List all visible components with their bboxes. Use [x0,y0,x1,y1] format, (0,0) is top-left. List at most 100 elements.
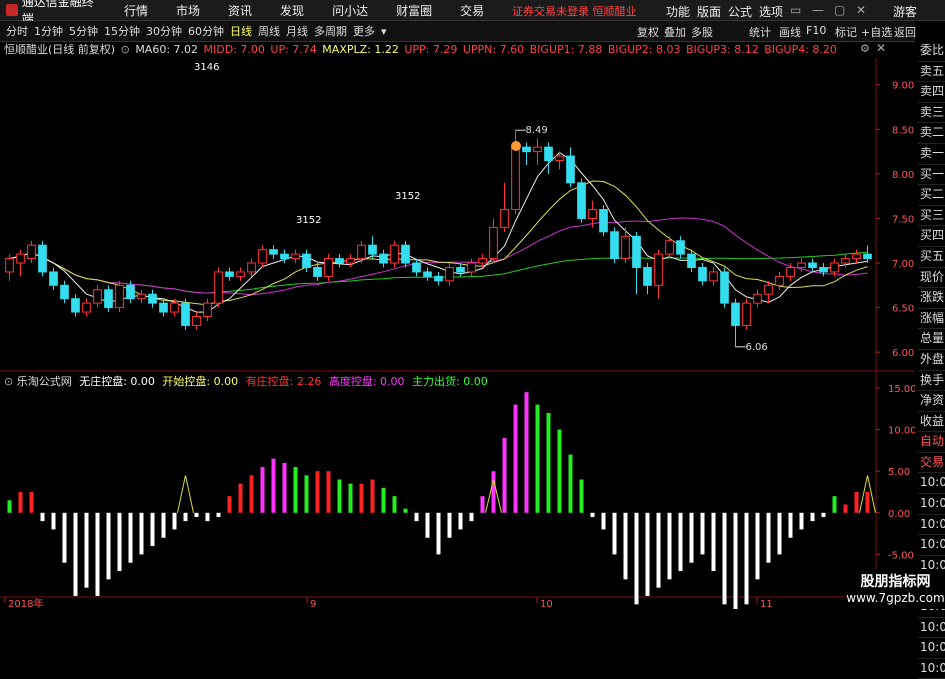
indicator-bar [667,512,672,580]
sidebar-item-19[interactable]: 自动 [918,432,945,453]
ind-tick-label: 5.00 [888,467,910,478]
sidebar-item-2[interactable]: 卖四 [918,82,945,103]
date-label: 2018年 [8,597,43,609]
indicator-bar [282,462,287,513]
candle-down [313,266,322,277]
date-label: 11 [760,599,773,609]
candle-up [654,253,663,286]
indicator-bar [18,492,23,513]
indicator-bar [425,512,430,538]
sidebar-item-29[interactable]: 10:06 [918,638,945,659]
candle-up [115,284,124,309]
sidebar-item-12[interactable]: 涨跌 [918,288,945,309]
sidebar-item-24[interactable]: 10:05 [918,535,945,556]
sidebar-item-5[interactable]: 卖一 [918,144,945,165]
indicator-bar [51,512,56,530]
sidebar-item-21[interactable]: 10:05 [918,473,945,495]
candle-down [60,284,69,300]
sidebar-item-28[interactable]: 10:06 [918,618,945,639]
indicator-bar [117,512,122,572]
indicator-bar [524,392,529,513]
sidebar-item-15[interactable]: 外盘 [918,350,945,371]
candle-up [5,258,14,273]
candle-down [302,253,311,268]
indicator-bar [227,496,232,513]
date-label: 10 [540,599,553,609]
sidebar-item-30[interactable]: 10:06 [918,659,945,679]
indicator-bar [777,512,782,555]
indicator-bar [854,492,859,513]
indicator-bar [260,467,265,513]
indicator-bar [678,512,683,572]
sidebar-item-16[interactable]: 换手 [918,371,945,392]
sidebar-item-11[interactable]: 现价 [918,268,945,289]
indicator-bar [326,471,331,513]
candle-up [500,209,509,228]
watermark-title: 股朋指标网 [860,574,931,590]
high-label: 8.49 [526,125,548,136]
sidebar-item-9[interactable]: 买四 [918,226,945,247]
sidebar-item-10[interactable]: 买五 [918,247,945,268]
candle-up [445,266,454,282]
sidebar-item-18[interactable]: 收益 [918,412,945,433]
candle-up [346,258,355,264]
indicator-bar [535,404,540,513]
sidebar-item-6[interactable]: 买一 [918,165,945,186]
sidebar-item-20[interactable]: 交易 [918,453,945,474]
sidebar-item-14[interactable]: 总量 [918,329,945,350]
indicator-bar [722,512,727,605]
candle-up [489,226,498,260]
candle-up [291,253,300,260]
date-label: 9 [310,599,316,609]
candle-up [170,302,179,313]
indicator-bar [359,483,364,513]
candle-up [236,271,245,277]
sidebar-item-17[interactable]: 净资 [918,391,945,412]
candle-down [456,266,465,273]
indicator-bar [106,512,111,580]
candle-up [467,262,476,273]
indicator-bar [546,412,551,513]
candle-down [632,235,641,268]
low-label: 6.06 [746,342,768,353]
sidebar-item-13[interactable]: 涨幅 [918,309,945,330]
candle-down [434,275,443,282]
indicator-bar [711,512,716,572]
candle-down [181,302,190,326]
indicator-bar [84,512,89,588]
indicator-bar [755,512,760,580]
indicator-bar [843,504,848,513]
sidebar-item-7[interactable]: 买二 [918,185,945,206]
candle-down [38,244,47,273]
sidebar-item-0[interactable]: 委比 [918,41,945,62]
sidebar-item-23[interactable]: 10:05 [918,515,945,536]
candle-down [808,262,817,268]
candle-down [71,298,80,313]
chart-canvas[interactable]: 9.00 8.50 8.00 7.50 7.00 6.50 6.00 3146 3152 3152… [0,0,915,609]
indicator-bar [832,496,837,513]
candle-down [104,289,113,309]
start-control-marker [177,475,194,513]
candle-up [511,146,520,211]
sidebar-item-8[interactable]: 买三 [918,206,945,227]
indicator-bar [150,512,155,547]
sidebar-item-4[interactable]: 卖二 [918,123,945,144]
candle-down [423,271,432,277]
candle-up [764,284,773,295]
candle-down [676,240,685,255]
candle-down [126,284,135,300]
price-label-3152b: 3152 [395,191,420,202]
candle-up [621,235,630,260]
indicator-bar [194,512,199,517]
sidebar-item-22[interactable]: 10:05 [918,494,945,515]
candle-down [687,253,696,268]
candle-up [588,209,597,219]
sidebar-item-1[interactable]: 卖五 [918,62,945,83]
indicator-bar [139,512,144,555]
candle-up [555,155,564,162]
candle-up [665,240,674,255]
signal-icon [511,141,521,151]
price-tick-label: 7.50 [892,214,914,225]
sidebar-item-3[interactable]: 卖三 [918,103,945,124]
candle-down [522,146,531,153]
